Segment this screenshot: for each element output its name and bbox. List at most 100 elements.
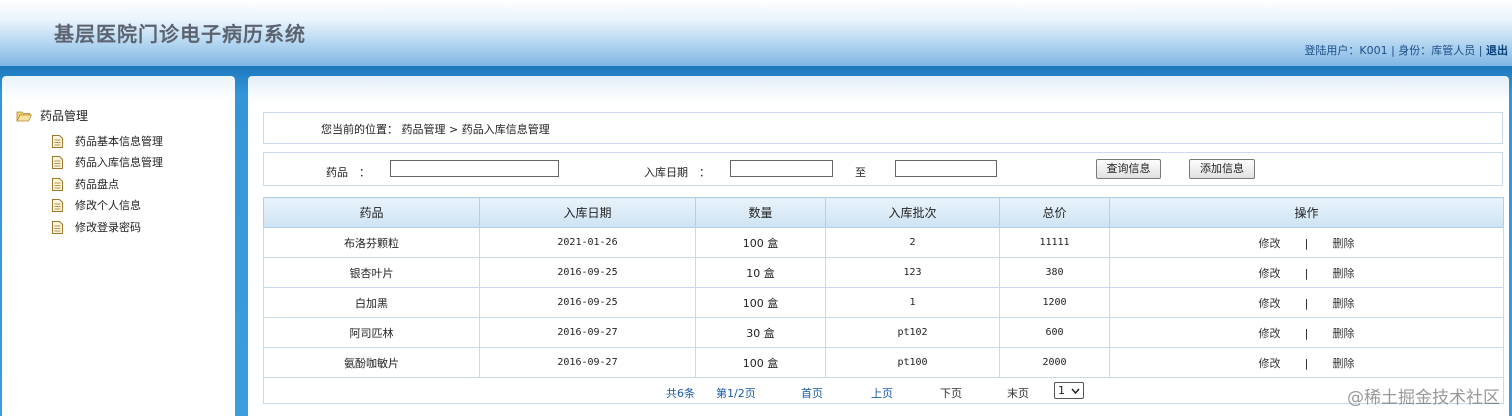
sidebar-item-drug-stock-in[interactable]: 药品入库信息管理	[52, 154, 163, 170]
watermark: @稀土掘金技术社区	[1347, 388, 1500, 408]
pagination: 共6条 第1/2页 首页 上页 下页 末页 1	[264, 378, 1503, 403]
table-row: 白加黑 2016-09-25 100 盒 1 1200 修改 | 删除	[263, 287, 1504, 318]
cell-total: 2000	[999, 347, 1110, 378]
action-separator: |	[1304, 356, 1309, 370]
cell-actions: 修改 | 删除	[1109, 347, 1504, 378]
total-count: 共6条	[666, 387, 695, 400]
query-button[interactable]: 查询信息	[1096, 159, 1161, 179]
add-button[interactable]: 添加信息	[1189, 159, 1255, 179]
sidebar-item-change-password[interactable]: 修改登录密码	[52, 219, 141, 235]
date-label: 入库日期 ：	[644, 166, 710, 179]
cell-total: 600	[999, 317, 1110, 348]
column-header-drug: 药品	[263, 197, 480, 228]
column-header-quantity: 数量	[695, 197, 826, 228]
sidebar-item-drug-inventory[interactable]: 药品盘点	[52, 176, 119, 192]
delete-link[interactable]: 删除	[1333, 295, 1355, 311]
page-indicator: 第1/2页	[716, 387, 756, 400]
cell-batch: 1	[825, 287, 1000, 318]
cell-actions: 修改 | 删除	[1109, 287, 1504, 318]
next-page-text: 下页	[940, 387, 962, 400]
delete-link[interactable]: 删除	[1333, 235, 1355, 251]
user-info-text: 登陆用户：K001 | 身份：库管人员 |	[1304, 44, 1483, 57]
page-select-value: 1	[1058, 384, 1065, 397]
sidebar-item-drug-basic-info[interactable]: 药品基本信息管理	[52, 133, 163, 149]
breadcrumb-path: 药品管理 > 药品入库信息管理	[401, 123, 550, 136]
cell-total: 380	[999, 257, 1110, 288]
cell-date: 2021-01-26	[479, 227, 696, 258]
document-icon	[52, 177, 63, 191]
drug-search-input[interactable]	[390, 160, 559, 177]
cell-batch: 123	[825, 257, 1000, 288]
date-from-input[interactable]	[730, 160, 833, 177]
main-panel: 您当前的位置： 药品管理 > 药品入库信息管理 药品 ： 入库日期 ： 至 查询…	[248, 76, 1509, 416]
cell-actions: 修改 | 删除	[1109, 227, 1504, 258]
cell-quantity: 10 盒	[695, 257, 826, 288]
edit-link[interactable]: 修改	[1259, 235, 1281, 251]
table-row: 布洛芬颗粒 2021-01-26 100 盒 2 11111 修改 | 删除	[263, 227, 1504, 258]
first-page-link[interactable]: 首页	[801, 385, 823, 401]
cell-batch: pt100	[825, 347, 1000, 378]
cell-quantity: 100 盒	[695, 287, 826, 318]
cell-total: 1200	[999, 287, 1110, 318]
breadcrumb-prefix: 您当前的位置：	[321, 123, 398, 136]
cell-total: 11111	[999, 227, 1110, 258]
breadcrumb: 您当前的位置： 药品管理 > 药品入库信息管理	[263, 112, 1503, 144]
delete-link[interactable]: 删除	[1333, 355, 1355, 371]
delete-link[interactable]: 删除	[1333, 265, 1355, 281]
cell-date: 2016-09-27	[479, 347, 696, 378]
cell-actions: 修改 | 删除	[1109, 317, 1504, 348]
column-header-actions: 操作	[1109, 197, 1504, 228]
pager-row: 共6条 第1/2页 首页 上页 下页 末页 1	[263, 377, 1504, 404]
cell-date: 2016-09-25	[479, 257, 696, 288]
action-separator: |	[1304, 296, 1309, 310]
cell-actions: 修改 | 删除	[1109, 257, 1504, 288]
table-header-row: 药品 入库日期 数量 入库批次 总价 操作	[263, 197, 1504, 228]
sidebar-item-label: 修改个人信息	[75, 199, 141, 212]
app-title: 基层医院门诊电子病历系统	[54, 22, 306, 46]
page-select[interactable]: 1	[1054, 382, 1084, 399]
sidebar-item-edit-profile[interactable]: 修改个人信息	[52, 197, 141, 213]
column-header-batch: 入库批次	[825, 197, 1000, 228]
stock-in-table: 药品 入库日期 数量 入库批次 总价 操作 布洛芬颗粒 2021-01-26 1…	[263, 197, 1504, 404]
folder-open-icon	[16, 111, 32, 121]
cell-quantity: 100 盒	[695, 347, 826, 378]
edit-link[interactable]: 修改	[1259, 265, 1281, 281]
document-icon	[52, 155, 63, 169]
cell-batch: 2	[825, 227, 1000, 258]
edit-link[interactable]: 修改	[1259, 295, 1281, 311]
sidebar-item-label: 药品基本信息管理	[75, 135, 163, 148]
action-separator: |	[1304, 326, 1309, 340]
cell-batch: pt102	[825, 317, 1000, 348]
edit-link[interactable]: 修改	[1259, 325, 1281, 341]
action-separator: |	[1304, 236, 1309, 250]
cell-drug: 氨酚咖敏片	[263, 347, 480, 378]
table-row: 氨酚咖敏片 2016-09-27 100 盒 pt100 2000 修改 | 删除	[263, 347, 1504, 378]
table-row: 阿司匹林 2016-09-27 30 盒 pt102 600 修改 | 删除	[263, 317, 1504, 348]
cell-date: 2016-09-25	[479, 287, 696, 318]
edit-link[interactable]: 修改	[1259, 355, 1281, 371]
delete-link[interactable]: 删除	[1333, 325, 1355, 341]
chevron-down-icon	[1071, 388, 1080, 394]
cell-quantity: 30 盒	[695, 317, 826, 348]
column-header-total: 总价	[999, 197, 1110, 228]
table-row: 银杏叶片 2016-09-25 10 盒 123 380 修改 | 删除	[263, 257, 1504, 288]
cell-drug: 布洛芬颗粒	[263, 227, 480, 258]
document-icon	[52, 220, 63, 234]
sidebar-item-label: 药品盘点	[75, 178, 119, 191]
sidebar-group-label: 药品管理	[40, 109, 89, 123]
sidebar-item-label: 修改登录密码	[75, 221, 141, 234]
app-header: 基层医院门诊电子病历系统 登陆用户：K001 | 身份：库管人员 | 退出	[0, 0, 1512, 66]
action-separator: |	[1304, 266, 1309, 280]
cell-quantity: 100 盒	[695, 227, 826, 258]
document-icon	[52, 198, 63, 212]
logout-link[interactable]: 退出	[1486, 44, 1508, 57]
drug-label: 药品 ：	[326, 166, 370, 179]
cell-drug: 白加黑	[263, 287, 480, 318]
to-label: 至	[855, 166, 866, 179]
sidebar-group-drug-management[interactable]: 药品管理	[16, 107, 88, 124]
cell-drug: 银杏叶片	[263, 257, 480, 288]
column-header-date: 入库日期	[479, 197, 696, 228]
prev-page-link[interactable]: 上页	[871, 385, 893, 401]
user-info: 登陆用户：K001 | 身份：库管人员 | 退出	[1304, 42, 1508, 58]
date-to-input[interactable]	[895, 160, 997, 177]
